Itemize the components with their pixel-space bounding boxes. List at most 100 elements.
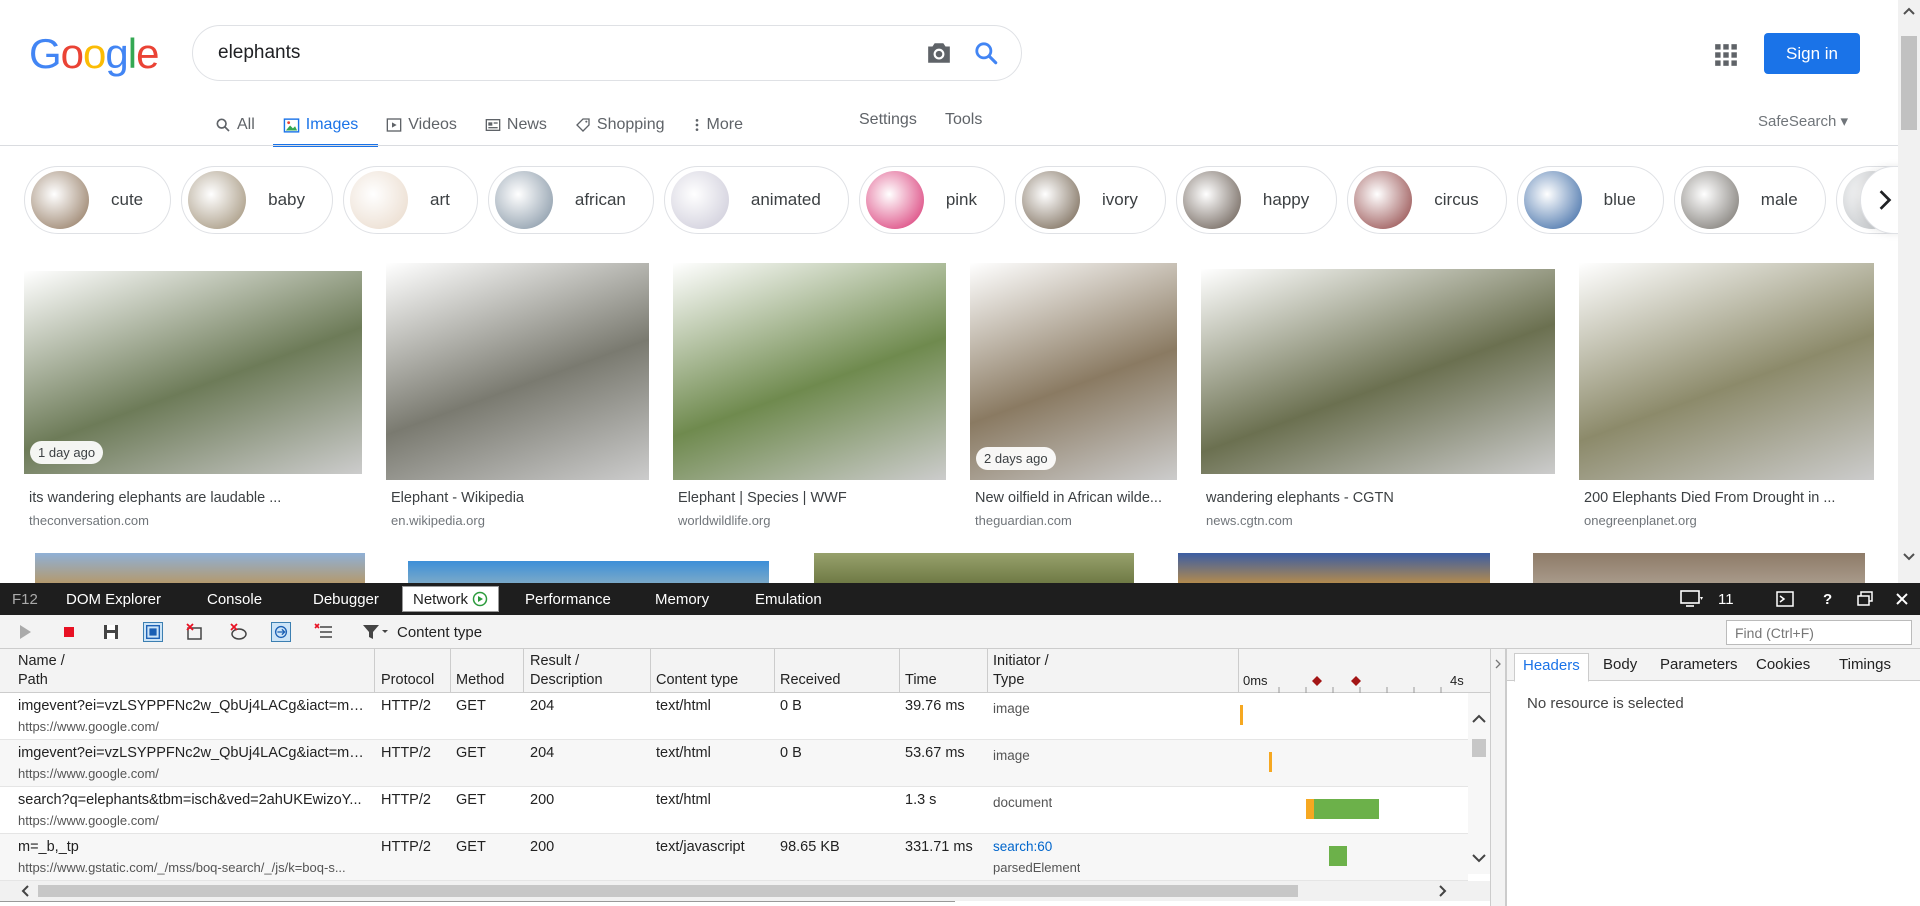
result-source[interactable]: onegreenplanet.org bbox=[1584, 513, 1697, 528]
request-row[interactable]: imgevent?ei=vzLSYPPFNc2w_QbUj4LACg&iact=… bbox=[0, 693, 1468, 740]
image-thumbnail[interactable] bbox=[35, 553, 365, 583]
result-source[interactable]: news.cgtn.com bbox=[1206, 513, 1293, 528]
clear-session-icon[interactable] bbox=[185, 622, 205, 642]
tab-headers[interactable]: Headers bbox=[1514, 653, 1589, 682]
google-logo[interactable]: Google bbox=[29, 30, 159, 78]
scroll-down-icon[interactable] bbox=[1472, 853, 1486, 863]
tab-cookies[interactable]: Cookies bbox=[1756, 656, 1810, 673]
target-device-icon[interactable] bbox=[1680, 590, 1704, 608]
grid-scrollbar[interactable] bbox=[1468, 693, 1490, 874]
settings-link[interactable]: Settings bbox=[859, 111, 917, 129]
content-type-filter[interactable]: Content type bbox=[397, 624, 482, 641]
undock-icon[interactable] bbox=[1857, 591, 1873, 607]
column-divider[interactable] bbox=[650, 649, 651, 693]
result-title[interactable]: wandering elephants - CGTN bbox=[1206, 490, 1555, 506]
col-method[interactable]: Method bbox=[456, 671, 504, 690]
tab-console[interactable]: Console bbox=[207, 591, 262, 608]
column-divider[interactable] bbox=[987, 649, 988, 693]
find-input[interactable]: Find (Ctrl+F) bbox=[1726, 620, 1912, 645]
tab-parameters[interactable]: Parameters bbox=[1660, 656, 1738, 673]
save-icon[interactable] bbox=[101, 622, 121, 642]
scrollbar-thumb[interactable] bbox=[1472, 739, 1486, 757]
console-toggle-icon[interactable] bbox=[1776, 591, 1794, 607]
scroll-up-icon[interactable] bbox=[1472, 714, 1486, 724]
tab-performance[interactable]: Performance bbox=[525, 591, 611, 608]
request-row[interactable]: imgevent?ei=vzLSYPPFNc2w_QbUj4LACg&iact=… bbox=[0, 740, 1468, 787]
scroll-down-icon[interactable] bbox=[1903, 552, 1915, 562]
scrollbar-thumb[interactable] bbox=[38, 885, 1298, 897]
result-source[interactable]: theconversation.com bbox=[29, 513, 149, 528]
sign-in-button[interactable]: Sign in bbox=[1764, 33, 1860, 74]
col-content-type[interactable]: Content type bbox=[656, 671, 738, 690]
column-divider[interactable] bbox=[899, 649, 900, 693]
chip-animated[interactable]: animated bbox=[663, 166, 849, 234]
search-box[interactable]: elephants bbox=[192, 25, 1022, 81]
play-icon[interactable] bbox=[15, 622, 35, 642]
chip-circus[interactable]: circus bbox=[1347, 166, 1507, 234]
image-result[interactable]: 1 day ago its wandering elephants are lau… bbox=[24, 262, 362, 532]
tab-shopping[interactable]: Shopping bbox=[575, 104, 665, 146]
result-title[interactable]: Elephant | Species | WWF bbox=[678, 490, 946, 506]
tab-timings[interactable]: Timings bbox=[1839, 656, 1891, 673]
image-result[interactable]: Elephant - Wikipedia en.wikipedia.org bbox=[386, 262, 649, 532]
close-icon[interactable] bbox=[1895, 592, 1909, 606]
image-result[interactable]: Elephant | Species | WWF worldwildlife.or… bbox=[673, 262, 946, 532]
request-row[interactable]: search?q=elephants&tbm=isch&ved=2ahUKEwi… bbox=[0, 787, 1468, 834]
image-thumbnail[interactable] bbox=[1579, 263, 1874, 480]
image-result[interactable]: 200 Elephants Died From Drought in ... on… bbox=[1579, 262, 1874, 532]
image-thumbnail[interactable] bbox=[1533, 553, 1865, 583]
chip-art[interactable]: art bbox=[343, 166, 478, 234]
safesearch-menu[interactable]: SafeSearch ▾ bbox=[1758, 112, 1848, 130]
chip-baby[interactable]: baby bbox=[181, 166, 334, 234]
chip-male[interactable]: male bbox=[1673, 166, 1826, 234]
page-scrollbar[interactable] bbox=[1898, 0, 1920, 583]
image-thumbnail[interactable] bbox=[1201, 269, 1555, 474]
search-input[interactable]: elephants bbox=[218, 42, 300, 64]
panel-splitter[interactable] bbox=[1490, 649, 1506, 906]
tab-more[interactable]: More bbox=[693, 104, 743, 146]
tools-link[interactable]: Tools bbox=[945, 111, 982, 129]
clear-cache-icon[interactable] bbox=[229, 622, 249, 642]
clear-cookies-icon[interactable] bbox=[271, 622, 291, 642]
result-source[interactable]: worldwildlife.org bbox=[678, 513, 770, 528]
result-title[interactable]: its wandering elephants are laudable ... bbox=[29, 490, 362, 506]
tab-body[interactable]: Body bbox=[1603, 656, 1637, 673]
column-divider[interactable] bbox=[774, 649, 775, 693]
tab-all[interactable]: All bbox=[215, 104, 255, 146]
scrollbar-thumb[interactable] bbox=[1901, 36, 1917, 130]
result-source[interactable]: theguardian.com bbox=[975, 513, 1072, 528]
col-received[interactable]: Received bbox=[780, 671, 840, 690]
image-result[interactable]: 2 days ago New oilfield in African wilde.… bbox=[970, 262, 1177, 532]
scroll-left-icon[interactable] bbox=[20, 885, 30, 897]
chip-african[interactable]: african bbox=[487, 166, 654, 234]
image-thumbnail[interactable] bbox=[814, 553, 1134, 583]
camera-icon[interactable] bbox=[926, 41, 952, 65]
result-source[interactable]: en.wikipedia.org bbox=[391, 513, 485, 528]
tab-debugger[interactable]: Debugger bbox=[313, 591, 379, 608]
apps-grid-icon[interactable] bbox=[1713, 42, 1739, 68]
column-divider[interactable] bbox=[1238, 649, 1239, 693]
result-title[interactable]: New oilfield in African wilde... bbox=[975, 490, 1177, 506]
request-row[interactable]: m=_b,_tp https://www.gstatic.com/_/mss/bo… bbox=[0, 834, 1468, 881]
result-title[interactable]: 200 Elephants Died From Drought in ... bbox=[1584, 490, 1874, 506]
image-thumbnail[interactable] bbox=[408, 561, 769, 583]
result-title[interactable]: Elephant - Wikipedia bbox=[391, 490, 649, 506]
tab-news[interactable]: News bbox=[485, 104, 547, 146]
column-divider[interactable] bbox=[374, 649, 375, 693]
chip-cute[interactable]: cute bbox=[24, 166, 172, 234]
image-thumbnail[interactable] bbox=[1178, 553, 1490, 583]
request-initiator[interactable]: search:60 bbox=[993, 839, 1052, 854]
scroll-right-icon[interactable] bbox=[1438, 885, 1448, 897]
chip-ivory[interactable]: ivory bbox=[1015, 166, 1166, 234]
chip-blue[interactable]: blue bbox=[1516, 166, 1664, 234]
always-refresh-icon[interactable] bbox=[143, 622, 163, 642]
tab-memory[interactable]: Memory bbox=[655, 591, 709, 608]
col-protocol[interactable]: Protocol bbox=[381, 671, 434, 690]
tab-images[interactable]: Images bbox=[272, 104, 379, 147]
chip-pink[interactable]: pink bbox=[858, 166, 1006, 234]
tab-network[interactable]: Network bbox=[402, 586, 500, 612]
col-time[interactable]: Time bbox=[905, 671, 937, 690]
clear-entries-icon[interactable] bbox=[314, 622, 334, 642]
tab-videos[interactable]: Videos bbox=[386, 104, 457, 146]
expand-icon[interactable] bbox=[1494, 659, 1502, 669]
